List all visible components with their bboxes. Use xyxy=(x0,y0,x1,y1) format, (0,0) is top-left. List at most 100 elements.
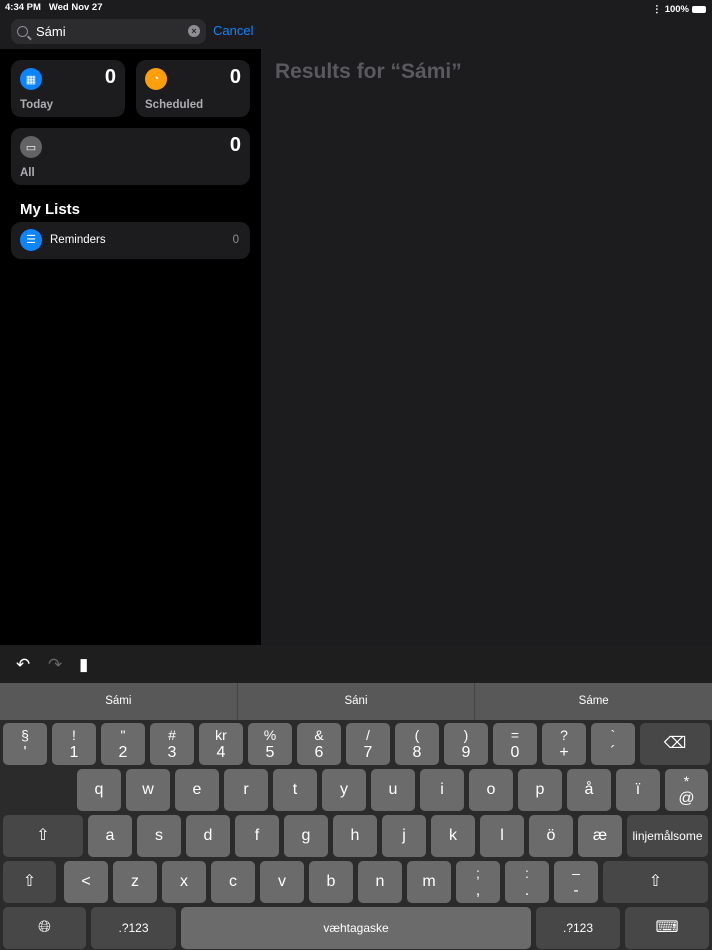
key[interactable]: s xyxy=(137,815,181,857)
key[interactable]: k xyxy=(431,815,475,857)
key[interactable]: ? + xyxy=(542,723,586,765)
suggestion-bar: Sámi Sáni Sáme xyxy=(0,683,712,720)
key[interactable]: – - xyxy=(554,861,598,903)
numbers-key-right[interactable]: .?123 xyxy=(536,907,620,949)
key-upper: / xyxy=(366,726,370,743)
key[interactable]: i xyxy=(420,769,464,811)
key[interactable]: w xyxy=(126,769,170,811)
keyboard-row-3: ⇧ a s d f g h j k l ö æ linjemålsome xyxy=(3,815,708,857)
shift-key[interactable]: ⇧ xyxy=(3,861,56,903)
key[interactable]: kr 4 xyxy=(199,723,243,765)
key[interactable]: q xyxy=(77,769,121,811)
key[interactable]: a xyxy=(88,815,132,857)
key[interactable]: p xyxy=(518,769,562,811)
suggestion-3[interactable]: Sáme xyxy=(475,683,712,720)
delete-key[interactable]: ⌫ xyxy=(640,723,710,765)
scheduled-label: Scheduled xyxy=(145,99,204,111)
keyboard-row-4: ⇧ < z x c v b n m;,:. – - ⇧ xyxy=(3,861,708,903)
key[interactable]: t xyxy=(273,769,317,811)
suggestion-2[interactable]: Sáni xyxy=(238,683,476,720)
key[interactable]: ) 9 xyxy=(444,723,488,765)
key-upper: * xyxy=(683,772,690,789)
key-upper: ; xyxy=(476,864,480,881)
cancel-button[interactable]: Cancel xyxy=(213,23,253,38)
key[interactable]: æ xyxy=(578,815,622,857)
search-input[interactable]: Sámi × xyxy=(11,19,206,44)
shift-icon: ⇧ xyxy=(36,827,50,844)
today-label: Today xyxy=(20,99,54,111)
key[interactable]: m xyxy=(407,861,451,903)
status-bar: 4:34 PM Wed Nov 27 ︙ 100% xyxy=(0,0,712,16)
delete-icon: ⌫ xyxy=(663,735,687,752)
key[interactable]: = 0 xyxy=(493,723,537,765)
key[interactable]: ! 1 xyxy=(52,723,96,765)
key-upper: : xyxy=(525,864,529,881)
key[interactable]: d xyxy=(186,815,230,857)
key[interactable]: v xyxy=(260,861,304,903)
key[interactable]: r xyxy=(224,769,268,811)
shift-icon: ⇧ xyxy=(22,873,37,890)
key-lower: ' xyxy=(23,743,27,761)
key[interactable]: j xyxy=(382,815,426,857)
dismiss-keyboard-key[interactable]: ⌨ xyxy=(625,907,709,949)
redo-icon[interactable]: ↷ xyxy=(48,655,62,675)
battery-icon xyxy=(692,5,706,13)
key[interactable]: /7 xyxy=(346,723,390,765)
smart-list-scheduled[interactable]: ◔ 0 Scheduled xyxy=(136,60,250,117)
smart-list-all[interactable]: ▭ 0 All xyxy=(11,128,250,185)
key[interactable]: f xyxy=(235,815,279,857)
at-key[interactable]: * @ xyxy=(665,769,708,811)
shift-key-right[interactable]: ⇧ xyxy=(603,861,708,903)
key[interactable]: ;, xyxy=(456,861,500,903)
return-key[interactable]: linjemålsome xyxy=(627,815,708,857)
key-upper: kr xyxy=(215,726,227,743)
key[interactable]: (8 xyxy=(395,723,439,765)
key[interactable]: ö xyxy=(529,815,573,857)
key[interactable]: u xyxy=(371,769,415,811)
key-upper: # xyxy=(168,726,176,743)
key[interactable]: l xyxy=(480,815,524,857)
suggestion-1[interactable]: Sámi xyxy=(0,683,238,720)
key[interactable]: c xyxy=(211,861,255,903)
key[interactable]: ï xyxy=(616,769,660,811)
key[interactable]: g xyxy=(284,815,328,857)
smart-list-today[interactable]: ▦ 0 Today xyxy=(11,60,125,117)
undo-icon[interactable]: ↶ xyxy=(16,655,30,675)
today-count: 0 xyxy=(104,66,116,88)
key[interactable]: ` ´ xyxy=(591,723,635,765)
shift-key-left[interactable]: ⇧ xyxy=(3,815,83,857)
key[interactable]: % 5 xyxy=(248,723,292,765)
clear-search-icon[interactable]: × xyxy=(188,25,200,37)
key[interactable]: z xyxy=(113,861,157,903)
key[interactable]: " 2 xyxy=(101,723,145,765)
space-key[interactable]: væhtagaske xyxy=(181,907,531,949)
key-lower: + xyxy=(559,743,569,761)
key[interactable]: e xyxy=(175,769,219,811)
key[interactable]: b xyxy=(309,861,353,903)
numbers-key-left[interactable]: .?123 xyxy=(91,907,176,949)
key[interactable]: #3 xyxy=(150,723,194,765)
globe-key[interactable]: 🌐︎ xyxy=(3,907,86,949)
paste-icon[interactable]: ▮ xyxy=(79,655,88,675)
list-item-reminders[interactable]: ☰ Reminders 0 xyxy=(11,222,250,259)
key-lower: 5 xyxy=(265,743,275,761)
key[interactable]: :. xyxy=(505,861,549,903)
key-upper: = xyxy=(510,726,520,743)
key[interactable]: x xyxy=(162,861,206,903)
key-upper: & xyxy=(314,726,324,743)
key-lower: 8 xyxy=(412,743,422,761)
sidebar: Sámi × Cancel ▦ 0 Today ◔ 0 Scheduled ▭ … xyxy=(0,0,261,645)
key[interactable]: o xyxy=(469,769,513,811)
key[interactable]: § ' xyxy=(3,723,47,765)
key[interactable]: n xyxy=(358,861,402,903)
key[interactable]: < xyxy=(64,861,108,903)
key[interactable]: y xyxy=(322,769,366,811)
key[interactable]: h xyxy=(333,815,377,857)
key[interactable]: & 6 xyxy=(297,723,341,765)
key-upper: " xyxy=(120,726,126,743)
key-lower: 6 xyxy=(314,743,324,761)
key[interactable]: å xyxy=(567,769,611,811)
key-lower: 2 xyxy=(118,743,128,761)
key-upper: § xyxy=(21,726,29,743)
key-upper: ( xyxy=(414,726,420,743)
